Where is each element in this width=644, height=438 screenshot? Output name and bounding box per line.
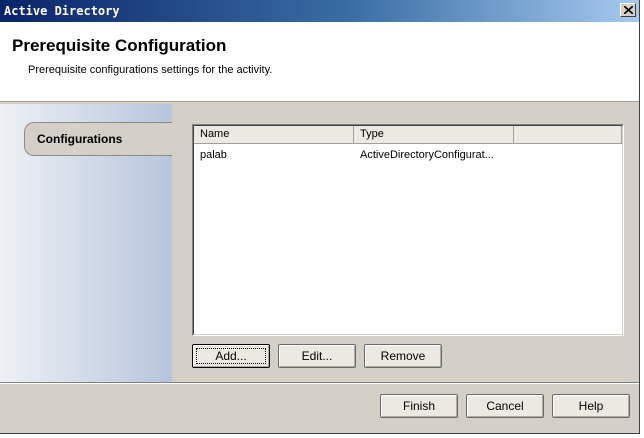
tab-configurations[interactable]: Configurations (24, 122, 172, 156)
help-button[interactable]: Help (552, 394, 630, 418)
column-header-name[interactable]: Name (194, 126, 354, 144)
cell-name: palab (200, 149, 227, 161)
finish-button[interactable]: Finish (380, 394, 458, 418)
list-body: Name Type palab ActiveDirectoryConfigura… (193, 125, 623, 335)
page-title: Prerequisite Configuration (12, 36, 227, 55)
cancel-button[interactable]: Cancel (466, 394, 544, 418)
window-title: Active Directory (4, 4, 120, 18)
edit-button[interactable]: Edit... (278, 344, 356, 368)
close-icon (624, 6, 633, 14)
nav-pane: Configurations (0, 104, 172, 382)
content-pane: Name Type palab ActiveDirectoryConfigura… (172, 104, 639, 382)
add-button[interactable]: Add... (192, 344, 270, 368)
page-subtitle: Prerequisite configurations settings for… (28, 64, 273, 76)
configurations-list[interactable]: Name Type palab ActiveDirectoryConfigura… (192, 124, 624, 336)
footer-separator (0, 382, 639, 384)
table-row[interactable]: palab ActiveDirectoryConfigurat... (194, 146, 622, 162)
close-button[interactable] (620, 3, 636, 17)
remove-button[interactable]: Remove (364, 344, 442, 368)
cell-type: ActiveDirectoryConfigurat... (360, 149, 494, 161)
title-bar[interactable]: Active Directory (0, 0, 639, 22)
dialog-window: Active Directory Prerequisite Configurat… (0, 0, 640, 434)
column-header-filler (514, 126, 622, 144)
wizard-header: Prerequisite Configuration Prerequisite … (0, 22, 639, 102)
tab-label: Configurations (37, 132, 123, 146)
column-header-type[interactable]: Type (354, 126, 514, 144)
